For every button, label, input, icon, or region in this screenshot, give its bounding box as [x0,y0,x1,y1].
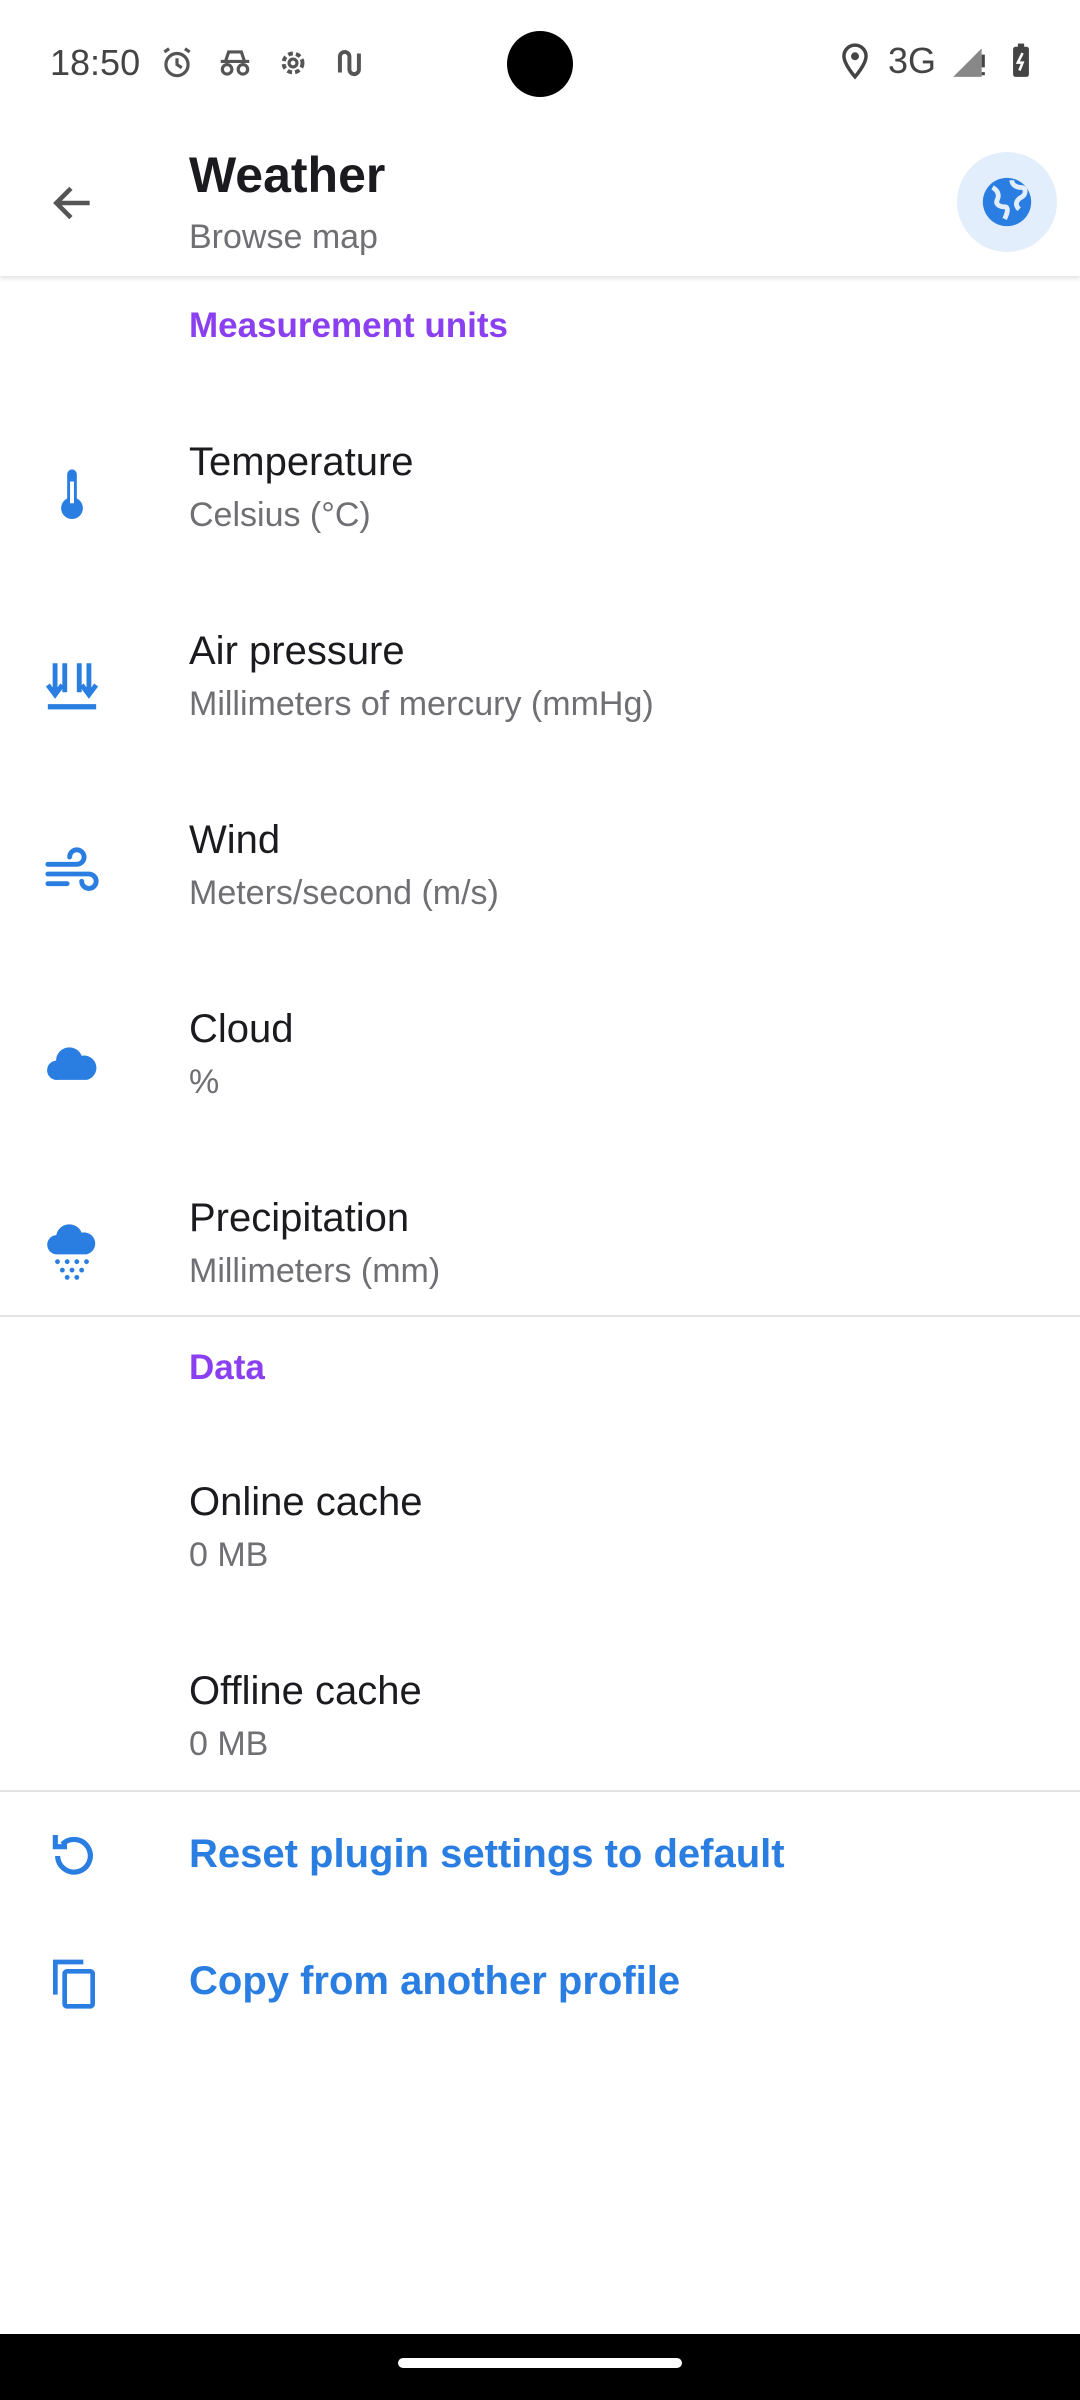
unit-row-cloud[interactable]: Cloud % [0,967,1080,1155]
copy-profile-button[interactable]: Copy from another profile [0,1923,1080,2043]
unit-value: Celsius (°C) [189,496,371,534]
section-header-measurement-units: Measurement units [189,306,508,345]
app-bar: Weather Browse map [0,130,1080,276]
wind-icon [40,842,104,906]
camera-cutout [507,31,573,97]
settings-gear-icon [281,51,305,75]
reset-icon [42,1824,106,1888]
data-value: 0 MB [189,1725,269,1763]
status-bar: 18:50 3G [0,0,1080,130]
cloud-icon [40,1031,104,1095]
divider [0,1790,1080,1792]
location-icon [842,43,868,80]
unit-title: Air pressure [189,629,405,673]
unit-row-temperature[interactable]: Temperature Celsius (°C) [0,400,1080,588]
home-indicator[interactable] [398,2358,682,2368]
unit-value: Meters/second (m/s) [189,874,499,912]
unit-value: Millimeters (mm) [189,1252,441,1290]
incognito-icon [220,50,250,76]
page-title: Weather [189,147,386,203]
system-navigation-bar [0,2334,1080,2400]
reset-settings-label: Reset plugin settings to default [189,1832,785,1876]
data-row-offline-cache[interactable]: Offline cache 0 MB [0,1629,1080,1817]
section-header-data: Data [189,1348,265,1387]
status-system-icons: 3G [836,40,1040,82]
data-title: Offline cache [189,1669,422,1713]
arrow-back-icon [53,186,90,220]
alarm-icon [163,47,191,78]
data-title: Online cache [189,1480,423,1524]
unit-title: Cloud [189,1007,294,1051]
network-type-label: 3G [887,40,936,81]
battery-charging-icon [1013,43,1029,77]
unit-title: Wind [189,818,281,862]
unit-value: Millimeters of mercury (mmHg) [189,685,654,723]
data-row-online-cache[interactable]: Online cache 0 MB [0,1440,1080,1628]
page-subtitle: Browse map [189,218,378,256]
back-button[interactable] [38,168,108,238]
thermometer-icon [40,464,104,528]
signal-icon [953,48,985,77]
divider [0,1315,1080,1317]
unit-value: % [189,1063,220,1101]
air-pressure-icon [40,653,104,717]
reset-settings-button[interactable]: Reset plugin settings to default [0,1796,1080,1916]
browse-map-button[interactable] [957,152,1057,252]
precipitation-icon [40,1220,104,1284]
app-notification-icon [337,50,361,76]
data-value: 0 MB [189,1536,269,1574]
copy-icon [42,1951,106,2015]
unit-title: Temperature [189,440,414,484]
unit-row-wind[interactable]: Wind Meters/second (m/s) [0,778,1080,966]
copy-profile-label: Copy from another profile [189,1959,681,2003]
globe-icon [982,177,1032,227]
unit-row-air-pressure[interactable]: Air pressure Millimeters of mercury (mmH… [0,589,1080,777]
status-time: 18:50 [50,42,141,83]
unit-title: Precipitation [189,1196,410,1240]
status-notification-icons [158,44,370,82]
